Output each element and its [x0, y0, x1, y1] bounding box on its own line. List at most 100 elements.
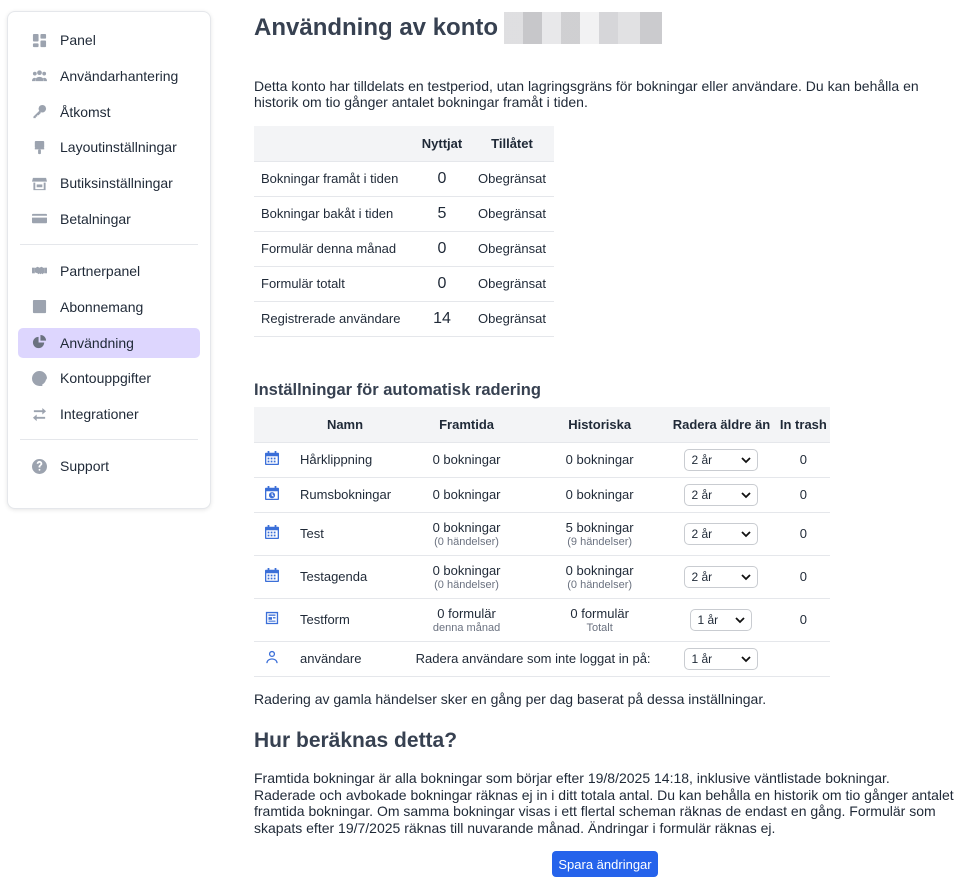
- brush-icon: [30, 138, 48, 156]
- sidebar-item-label: Panel: [60, 32, 96, 48]
- autodelete-header-future: Framtida: [400, 407, 534, 443]
- usage-header-empty: [254, 126, 414, 162]
- sidebar-item-label: Användning: [60, 334, 134, 351]
- handshake-icon: [30, 262, 48, 280]
- usage-label: Registrerade användare: [254, 301, 414, 337]
- users-delete-select[interactable]: 1 år: [684, 647, 759, 670]
- select-value: 1 år: [697, 612, 719, 627]
- historical-subtext: Totalt: [586, 621, 613, 634]
- future-subtext: (0 händelser): [434, 535, 499, 548]
- calendar-icon: [254, 555, 290, 599]
- sidebar-item-label: Abonnemang: [60, 298, 144, 315]
- usage-allowed: Obegränsat: [470, 196, 554, 232]
- delete-older-select[interactable]: 2 år: [684, 448, 759, 471]
- schedule-name: Testform: [290, 598, 400, 642]
- sidebar-item-panel[interactable]: Panel: [18, 25, 200, 55]
- schedule-name: Test: [290, 512, 400, 556]
- save-button[interactable]: Spara ändringar: [552, 851, 658, 877]
- sidebar-item-users[interactable]: Användarhantering: [18, 61, 200, 91]
- sidebar-item-support[interactable]: Support: [18, 451, 200, 481]
- select-value: 1 år: [691, 651, 713, 666]
- table-row: Rumsbokningar 0 bokningar 0 bokningar 2 …: [254, 477, 830, 513]
- usage-label: Formulär denna månad: [254, 231, 414, 267]
- sidebar-item-label: Layoutinställningar: [60, 139, 177, 156]
- table-row-users: användare Radera användare som inte logg…: [254, 641, 830, 677]
- sidebar-item-label: Support: [60, 458, 110, 475]
- at-icon: [30, 369, 48, 387]
- sidebar-item-access[interactable]: Åtkomst: [18, 97, 200, 127]
- sidebar: Panel Användarhantering Åtkomst Layoutin…: [7, 11, 211, 509]
- future-subtext: (0 händelser): [434, 578, 499, 591]
- delete-older-cell: 2 år: [666, 512, 777, 556]
- sidebar-item-label: Integrationer: [60, 406, 139, 423]
- future-count: 0 bokningar: [400, 442, 534, 478]
- delete-older-select[interactable]: 2 år: [684, 565, 759, 588]
- redacted-account-name: [504, 12, 663, 44]
- sidebar-item-usage[interactable]: Användning: [18, 327, 200, 358]
- historical-value: 0 bokningar: [565, 487, 634, 502]
- store-icon: [30, 174, 48, 192]
- future-count: 0 bokningar (0 händelser): [400, 555, 534, 599]
- dashboard-icon: [30, 31, 48, 49]
- historical-subtext: (9 händelser): [567, 535, 633, 548]
- chevron-down-icon: [741, 530, 752, 537]
- autodelete-header-trash: In trash: [776, 407, 830, 443]
- calendar-icon: [254, 512, 290, 556]
- usage-used: 0: [414, 231, 470, 267]
- sidebar-item-integrations[interactable]: Integrationer: [18, 399, 200, 429]
- sidebar-item-account[interactable]: Kontouppgifter: [18, 363, 200, 393]
- schedule-name: Hårklippning: [290, 442, 400, 478]
- table-row: Formulär totalt 0 Obegränsat: [254, 266, 554, 302]
- delete-older-cell: 2 år: [666, 555, 777, 599]
- key-icon: [30, 103, 48, 121]
- future-value: 0 bokningar: [432, 487, 501, 502]
- future-value: 0 bokningar: [432, 562, 501, 578]
- sidebar-item-label: Kontouppgifter: [60, 370, 152, 387]
- delete-older-cell: 2 år: [666, 477, 777, 513]
- autodelete-heading: Inställningar för automatisk radering: [254, 381, 541, 399]
- delete-older-cell: 1 år: [666, 641, 777, 677]
- chevron-down-icon: [735, 616, 746, 623]
- usage-label: Bokningar bakåt i tiden: [254, 196, 414, 232]
- trash-count: 0: [776, 598, 830, 642]
- future-value: 0 bokningar: [432, 519, 501, 535]
- select-value: 2 år: [691, 526, 713, 541]
- table-row: Testform 0 formulär denna månad 0 formulä…: [254, 598, 830, 642]
- chevron-down-icon: [741, 655, 752, 662]
- select-value: 2 år: [691, 569, 713, 584]
- sidebar-item-subscription[interactable]: Abonnemang: [18, 292, 200, 322]
- historical-count: 5 bokningar (9 händelser): [533, 512, 667, 556]
- sidebar-item-store[interactable]: Butiksinställningar: [18, 168, 200, 198]
- trash-count: 0: [776, 555, 830, 599]
- users-delete-text: Radera användare som inte loggat in på:: [400, 641, 667, 677]
- table-row: Formulär denna månad 0 Obegränsat: [254, 231, 554, 267]
- autodelete-header-historical: Historiska: [533, 407, 667, 443]
- table-row: Registrerade användare 14 Obegränsat: [254, 301, 554, 337]
- sidebar-item-label: Butiksinställningar: [60, 175, 173, 192]
- sidebar-item-layout[interactable]: Layoutinställningar: [18, 132, 200, 162]
- sidebar-item-label: Betalningar: [60, 210, 131, 227]
- delete-older-select[interactable]: 2 år: [684, 522, 759, 545]
- historical-count: 0 bokningar: [533, 442, 667, 478]
- table-row: Bokningar framåt i tiden 0 Obegränsat: [254, 161, 554, 197]
- usage-label: Formulär totalt: [254, 266, 414, 302]
- autodelete-header-delete-older: Radera äldre än: [666, 407, 777, 443]
- usage-used: 5: [414, 196, 470, 232]
- autodelete-header-name: Namn: [290, 407, 400, 443]
- trash-count: 0: [776, 442, 830, 478]
- future-value: 0 formulär: [437, 605, 496, 621]
- usage-allowed: Obegränsat: [470, 161, 554, 197]
- delete-older-select[interactable]: 1 år: [690, 608, 753, 631]
- delete-older-select[interactable]: 2 år: [684, 483, 759, 506]
- usage-used: 0: [414, 266, 470, 302]
- future-count: 0 formulär denna månad: [400, 598, 534, 642]
- page-title-text: Användning av konto: [254, 14, 499, 41]
- sidebar-item-partner[interactable]: Partnerpanel: [18, 256, 200, 286]
- sidebar-item-label: Åtkomst: [60, 103, 111, 120]
- future-value: 0 bokningar: [432, 452, 501, 467]
- pie-chart-icon: [30, 334, 48, 352]
- select-value: 2 år: [691, 452, 713, 467]
- sidebar-item-payments[interactable]: Betalningar: [18, 204, 200, 234]
- credit-card-icon: [30, 210, 48, 228]
- trash-count: 0: [776, 512, 830, 556]
